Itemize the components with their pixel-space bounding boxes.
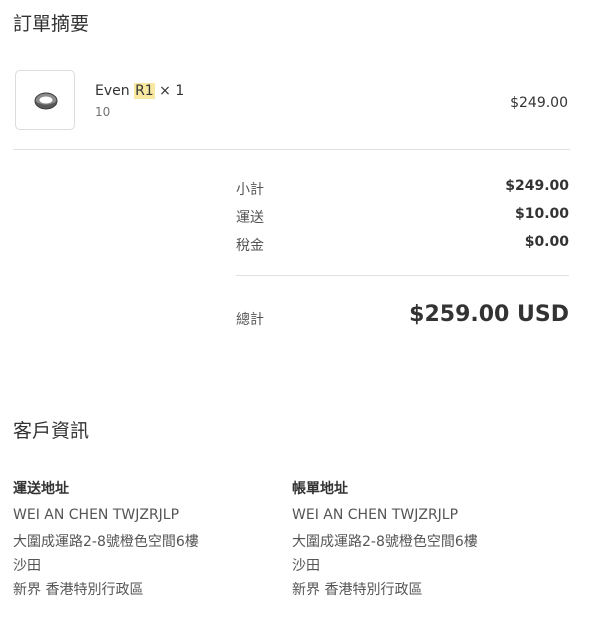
item-divider: [13, 149, 570, 150]
total-label: 總計: [236, 312, 264, 328]
total-value: $259.00 USD: [409, 302, 569, 327]
tax-label: 稅金: [236, 238, 264, 254]
product-variant: 10: [95, 105, 111, 119]
ring-icon: [34, 92, 58, 110]
shipping-label: 運送: [236, 210, 264, 226]
shipping-address-line: 新界 香港特別行政區: [13, 582, 144, 598]
billing-address-line: 沙田: [292, 558, 320, 574]
shipping-address-line: 沙田: [13, 558, 41, 574]
shipping-address-title: 運送地址: [13, 481, 69, 497]
product-name-prefix: Even: [95, 83, 135, 99]
order-summary-title: 訂單摘要: [13, 13, 90, 35]
subtotal-label: 小計: [236, 182, 264, 198]
shipping-value: $10.00: [514, 206, 569, 222]
product-price: $249.00: [510, 95, 568, 111]
summary-divider: [236, 275, 569, 276]
shipping-address-line: WEI AN CHEN TWJZRJLP: [13, 507, 180, 523]
subtotal-value: $249.00: [505, 178, 569, 194]
billing-address-title: 帳單地址: [292, 481, 348, 497]
product-name-highlight: R1: [134, 83, 155, 99]
shipping-address-line: 大圍成運路2-8號橙色空間6樓: [13, 534, 199, 550]
product-thumbnail: [15, 70, 75, 130]
product-name: Even R1 × 1: [95, 82, 184, 100]
billing-address-line: 新界 香港特別行政區: [292, 582, 423, 598]
billing-address-line: WEI AN CHEN TWJZRJLP: [292, 507, 459, 523]
billing-address-line: 大圍成運路2-8號橙色空間6樓: [292, 534, 478, 550]
product-quantity: × 1: [154, 83, 185, 99]
customer-info-title: 客戶資訊: [13, 420, 90, 442]
tax-value: $0.00: [524, 234, 569, 250]
